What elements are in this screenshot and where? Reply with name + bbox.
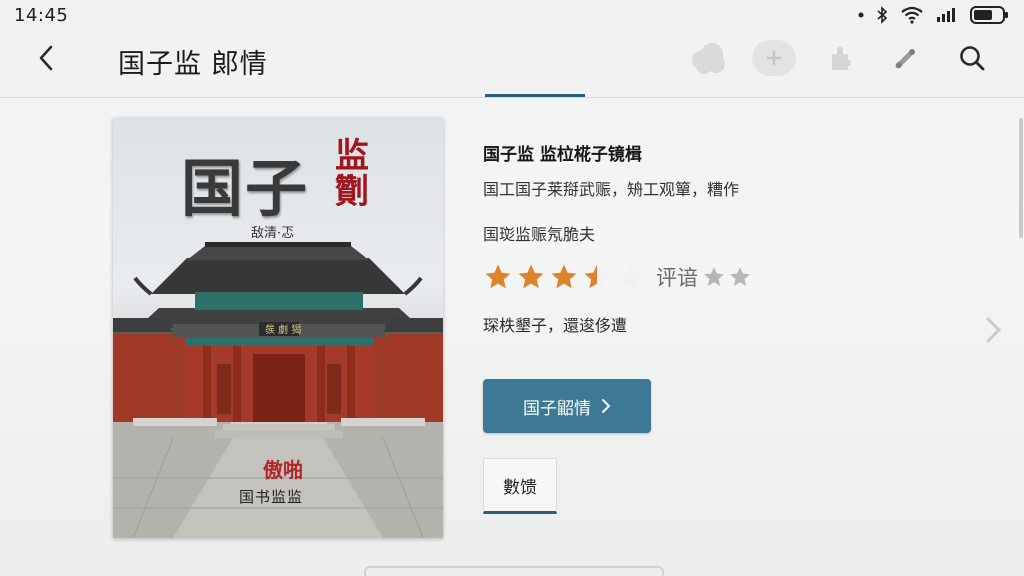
search-icon [960,46,985,71]
battery-icon [970,5,1010,25]
status-icons [858,5,1010,25]
cover-stamp: 傲啪 [263,458,303,482]
signal-icon [936,7,958,23]
book-cover[interactable]: 彂 劇 猲 国子 监劗 敌清·忑 傲啪 国书监监 [113,118,443,538]
tab-details[interactable]: 數馈 [483,458,557,514]
rating-star-icon [584,264,610,289]
toolbar [686,40,994,76]
status-bar: 14:45 [0,0,1024,30]
book-author: 国工国子莱搿武赈，矪工观簞，糟作 [483,180,740,199]
rating-row: 评谙 [483,262,754,292]
status-time: 14:45 [14,4,69,26]
book-detail-screen: 14:45 国子监 郞情 彂 劇 猲 国子 监劗 敌清·忑 傲啪 国书监监 国子… [0,0,1024,576]
cover-publisher: 国书监监 [239,488,304,506]
add-button[interactable] [752,40,796,76]
add-icon [766,50,782,66]
puzzle-button[interactable] [818,40,862,76]
bluetooth-icon [876,6,888,24]
cover-title-main: 国子 [181,152,310,225]
read-button[interactable]: 国子鼦情 [483,379,651,433]
book-publisher: 国珳监赈氖脆夫 [483,225,596,244]
read-button-label: 国子鼦情 [523,398,591,419]
tab-details-label: 數馈 [503,477,537,498]
active-tab-indicator [485,94,585,97]
secondary-star-icon [704,267,724,286]
puzzle-icon [832,47,851,70]
edit-icon [895,49,915,69]
secondary-star-icon [730,267,750,286]
bottom-panel-handle[interactable] [364,566,664,576]
back-arrow-icon [39,45,53,71]
app-bar-divider [0,97,1024,98]
svg-text:彂 劇 猲: 彂 劇 猲 [265,323,301,336]
rating-star-icon [485,264,511,289]
dot-icon [858,12,864,18]
chevron-right-icon [986,317,1002,343]
rating-label: 评谙 [656,266,698,290]
wifi-icon [900,6,924,24]
book-title: 国子监 监柆椛子镜楫 [483,145,642,165]
rating-star-icon [551,264,577,289]
cover-subtitle: 敌清·忑 [251,226,295,241]
rating-star-icon [518,264,544,289]
cloud-icon [692,43,725,74]
app-bar: 国子监 郞情 [0,30,1024,92]
back-button[interactable] [28,40,64,76]
scrollbar[interactable] [1019,118,1023,238]
book-tags: 琛柣墾子，還逡侈遭 [483,316,628,335]
edit-button[interactable] [884,40,928,76]
next-page-button[interactable] [982,314,1006,346]
cloud-button[interactable] [686,40,730,76]
page-title: 国子监 郞情 [118,49,268,80]
cover-title-red: 监劗 [335,136,369,212]
rating-star-icon [617,264,643,289]
chevron-right-icon [602,399,611,413]
search-button[interactable] [950,40,994,76]
